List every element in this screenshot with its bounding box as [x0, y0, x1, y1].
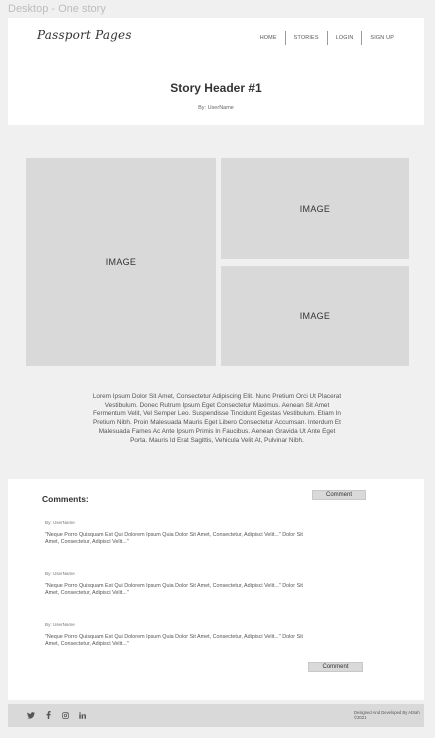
- facebook-icon[interactable]: [43, 710, 53, 720]
- comments-heading: Comments:: [42, 494, 89, 504]
- frame-label: Desktop - One story: [8, 3, 106, 15]
- linkedin-icon[interactable]: [77, 710, 87, 720]
- story-title: Story Header #1: [170, 81, 262, 95]
- twitter-icon[interactable]: [26, 710, 36, 720]
- nav-stories-link[interactable]: STORIES: [286, 31, 327, 45]
- comment-author: By: UserName: [45, 622, 75, 627]
- site-logo[interactable]: Passport Pages: [37, 28, 132, 42]
- comment-text: "Neque Porro Quisquam Est Qui Dolorem Ip…: [45, 532, 303, 546]
- comment-author: By: UserName: [45, 520, 75, 525]
- site-header: Passport Pages HOME STORIES LOGIN SIGN U…: [8, 18, 424, 125]
- story-image-top-right: IMAGE: [221, 158, 409, 259]
- comment-item: By: UserName "Neque Porro Quisquam Est Q…: [45, 622, 315, 649]
- main-nav: HOME STORIES LOGIN SIGN UP: [252, 31, 402, 45]
- comment-text: "Neque Porro Quisquam Est Qui Dolorem Ip…: [45, 634, 303, 648]
- comment-author: By: UserName: [45, 571, 75, 576]
- nav-home-link[interactable]: HOME: [252, 31, 285, 45]
- story-image-bottom-right: IMAGE: [221, 266, 409, 366]
- story-image-main: IMAGE: [26, 158, 216, 366]
- add-comment-button-top[interactable]: Comment: [312, 490, 366, 500]
- nav-signup-link[interactable]: SIGN UP: [362, 31, 402, 45]
- comment-item: By: UserName "Neque Porro Quisquam Est Q…: [45, 571, 315, 598]
- site-footer: Designed And Developed By AtSah ©2021: [8, 704, 424, 727]
- nav-login-link[interactable]: LOGIN: [328, 31, 362, 45]
- story-byline: By: UserName: [198, 105, 234, 111]
- comment-item: By: UserName "Neque Porro Quisquam Est Q…: [45, 520, 315, 547]
- comment-text: "Neque Porro Quisquam Est Qui Dolorem Ip…: [45, 583, 303, 597]
- footer-credit: Designed And Developed By AtSah ©2021: [354, 710, 420, 721]
- add-comment-button-bottom[interactable]: Comment: [308, 662, 363, 672]
- story-body-text: Lorem Ipsum Dolor Sit Amet, Consectetur …: [92, 393, 342, 444]
- comments-section: Comments: Comment By: UserName "Neque Po…: [8, 479, 424, 700]
- social-links: [26, 710, 94, 720]
- instagram-icon[interactable]: [60, 710, 70, 720]
